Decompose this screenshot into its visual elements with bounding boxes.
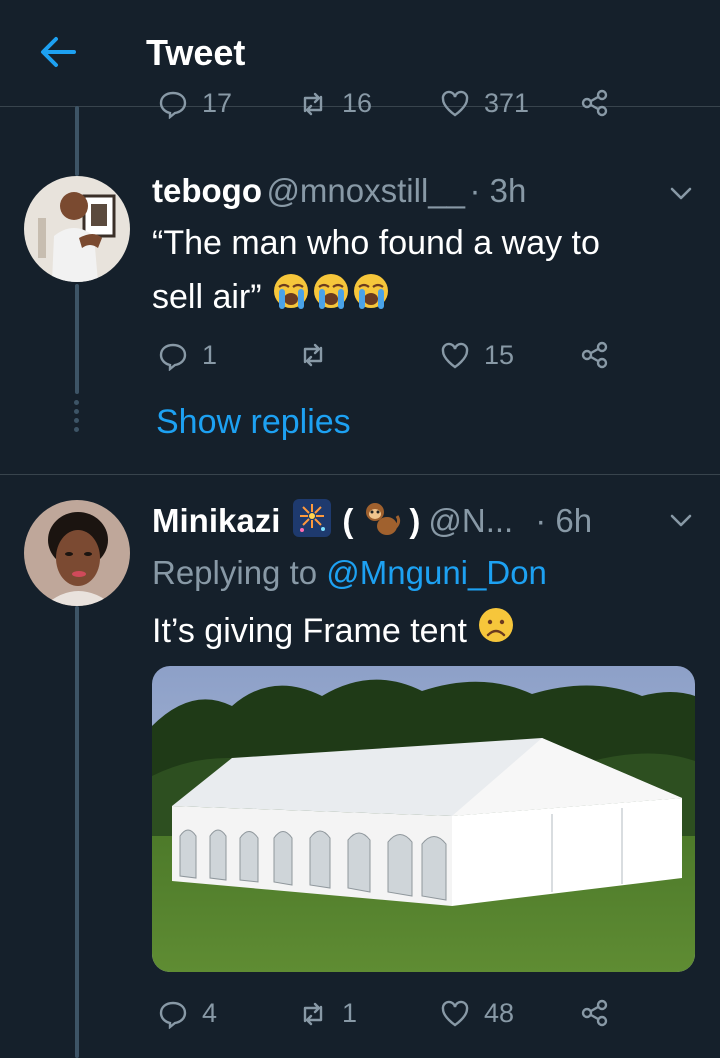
mention-link[interactable]: @Mnguni_Don (326, 554, 547, 591)
name-paren-close: ) (409, 501, 421, 539)
replying-prefix: Replying to (152, 554, 318, 591)
like-count: 48 (484, 998, 515, 1028)
tweet-text-line: It’s giving Frame tent (152, 612, 467, 650)
avatar[interactable] (24, 500, 130, 606)
page-title: Tweet (146, 32, 246, 73)
tweet-header: Minikazi ( ) @N... · 6h (152, 498, 592, 543)
thread-line (75, 606, 79, 1058)
crying-face-emoji (351, 271, 391, 327)
avatar[interactable] (24, 176, 130, 282)
thread-dots (74, 400, 80, 434)
like-count: 371 (484, 88, 530, 118)
like-button[interactable]: 371 (440, 88, 529, 119)
reply-count: 17 (202, 88, 233, 118)
retweet-count: 16 (342, 88, 373, 118)
thread-line (75, 106, 79, 176)
retweet-count: 1 (342, 998, 358, 1028)
reply-button[interactable]: 1 (158, 340, 217, 371)
monkey-emoji (361, 498, 401, 543)
name-paren-open: ( (342, 501, 354, 539)
tweet-text: It’s giving Frame tent (152, 604, 516, 661)
replying-to: Replying to @Mnguni_Don (152, 554, 547, 592)
display-name[interactable]: Minikazi (152, 502, 280, 540)
display-name[interactable]: tebogo (152, 172, 262, 209)
fireworks-emoji (292, 498, 332, 543)
reply-button[interactable]: 17 (158, 88, 232, 119)
reply-count: 4 (202, 998, 218, 1028)
chevron-down-icon[interactable] (666, 178, 696, 208)
crying-face-emoji (311, 271, 351, 327)
reply-button[interactable]: 4 (158, 998, 217, 1029)
previous-tweet-actions: 17 16 371 (0, 88, 720, 128)
reply-count: 1 (202, 340, 218, 370)
back-arrow-icon[interactable] (36, 30, 80, 74)
tweet-text-line: sell air” (152, 278, 262, 316)
tweet-image[interactable] (152, 666, 695, 972)
user-handle[interactable]: @N... (428, 502, 513, 540)
tweet-time: · 3h (469, 172, 527, 209)
share-button[interactable] (580, 998, 610, 1028)
divider (0, 474, 720, 475)
retweet-button[interactable] (298, 340, 342, 370)
share-button[interactable] (580, 88, 610, 118)
tweet-header: tebogo @mnoxstill__ · 3h (152, 172, 526, 210)
like-button[interactable]: 15 (440, 340, 514, 371)
show-replies-link[interactable]: Show replies (156, 403, 351, 442)
tweet-text: “The man who found a way to sell air” (152, 216, 692, 327)
share-button[interactable] (580, 340, 610, 370)
thread-line (75, 284, 79, 394)
tweet-time: · 6h (535, 501, 593, 539)
chevron-down-icon[interactable] (666, 505, 696, 535)
tweet-text-line: “The man who found a way to (152, 224, 600, 262)
like-button[interactable]: 48 (440, 998, 514, 1029)
retweet-button[interactable]: 16 (298, 88, 372, 119)
crying-face-emoji (271, 271, 311, 327)
like-count: 15 (484, 340, 515, 370)
frowning-face-emoji (476, 605, 516, 661)
user-handle[interactable]: @mnoxstill__ (266, 172, 465, 209)
retweet-button[interactable]: 1 (298, 998, 357, 1029)
